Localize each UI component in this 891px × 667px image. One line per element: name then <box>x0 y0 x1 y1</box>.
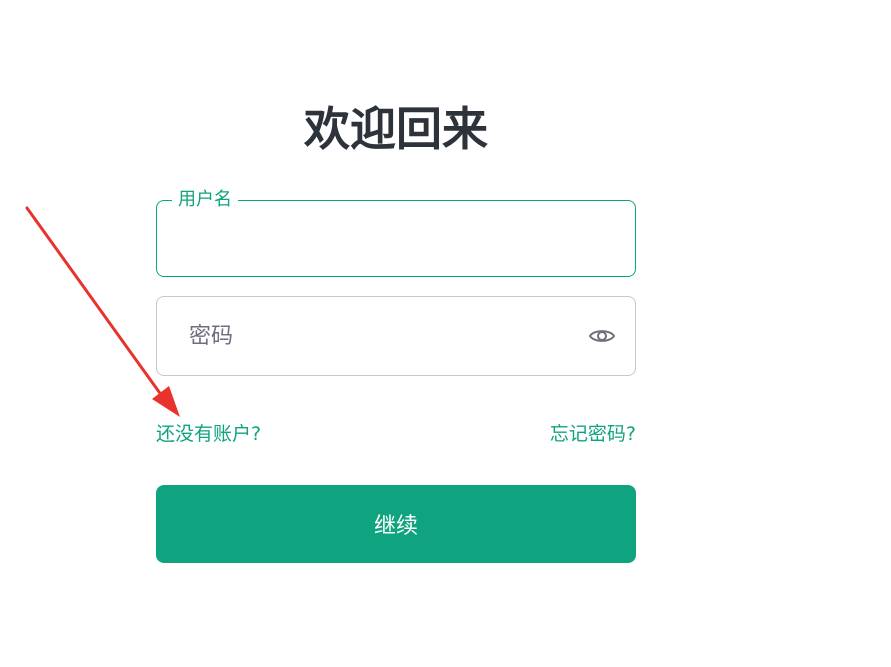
show-password-toggle[interactable] <box>587 323 617 349</box>
login-page: 欢迎回来 用户名 还没有账户? 忘记密码? 继续 <box>0 0 891 667</box>
eye-icon <box>589 330 615 342</box>
username-field[interactable]: 用户名 <box>156 188 636 277</box>
username-input[interactable] <box>157 201 635 276</box>
page-title: 欢迎回来 <box>304 102 488 156</box>
signup-link[interactable]: 还没有账户? <box>156 420 261 448</box>
password-field[interactable] <box>156 296 636 376</box>
password-input[interactable] <box>157 297 635 375</box>
continue-button[interactable]: 继续 <box>156 485 636 563</box>
forgot-password-link[interactable]: 忘记密码? <box>550 420 636 448</box>
